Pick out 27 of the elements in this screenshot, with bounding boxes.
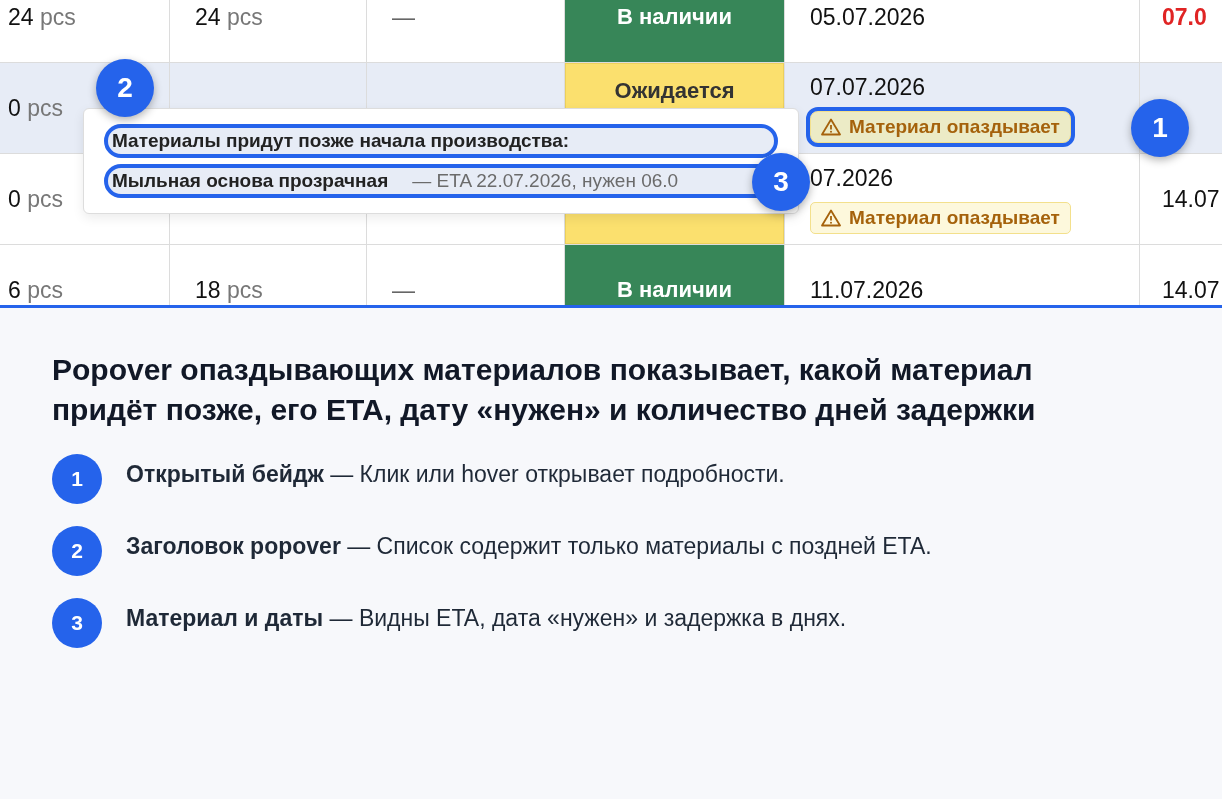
step-description: Заголовок popover — Список содержит только материалы с поздней ETA. (126, 531, 932, 561)
quantity-text: 6 pcs (8, 276, 63, 304)
step-number: 3 (52, 597, 102, 648)
date-text: 07.2026 (810, 164, 894, 192)
step-description: Открытый бейдж — Клик или hover открывает подробности. (126, 459, 785, 489)
date-text: 14.07 (1162, 276, 1220, 304)
warning-icon (821, 208, 841, 227)
quantity-text: 24 pcs (8, 3, 76, 31)
status-cell: В наличии (565, 0, 784, 62)
dash-text: — (392, 276, 415, 304)
quantity-text: 0 pcs (8, 185, 63, 213)
step-number: 1 (52, 453, 102, 504)
date-text: 14.07 (1162, 185, 1220, 213)
step-number: 2 (52, 525, 102, 576)
date-text: 07.0 (1162, 3, 1207, 31)
status-cell: В наличии (565, 245, 784, 305)
step-description: Материал и даты — Видны ETA, дата «нужен» и задержка в днях. (126, 603, 847, 633)
late-material-badge[interactable]: Материал опаздывает (810, 201, 1071, 234)
quantity-text: 18 pcs (195, 276, 263, 304)
dash-text: — (392, 3, 415, 31)
quantity-text: 0 pcs (8, 94, 63, 122)
date-text: 07.07.2026 (810, 73, 926, 101)
explanation-heading: Popover опаздывающих материалов показывает, какой материал придёт позже, его ETA, дату «нужен» и количество дней задержки (52, 352, 1037, 428)
quantity-text: 24 pcs (195, 3, 263, 31)
warning-icon (821, 117, 841, 136)
date-text: 05.07.2026 (810, 3, 926, 31)
date-text: 11.07.2026 (810, 276, 924, 304)
